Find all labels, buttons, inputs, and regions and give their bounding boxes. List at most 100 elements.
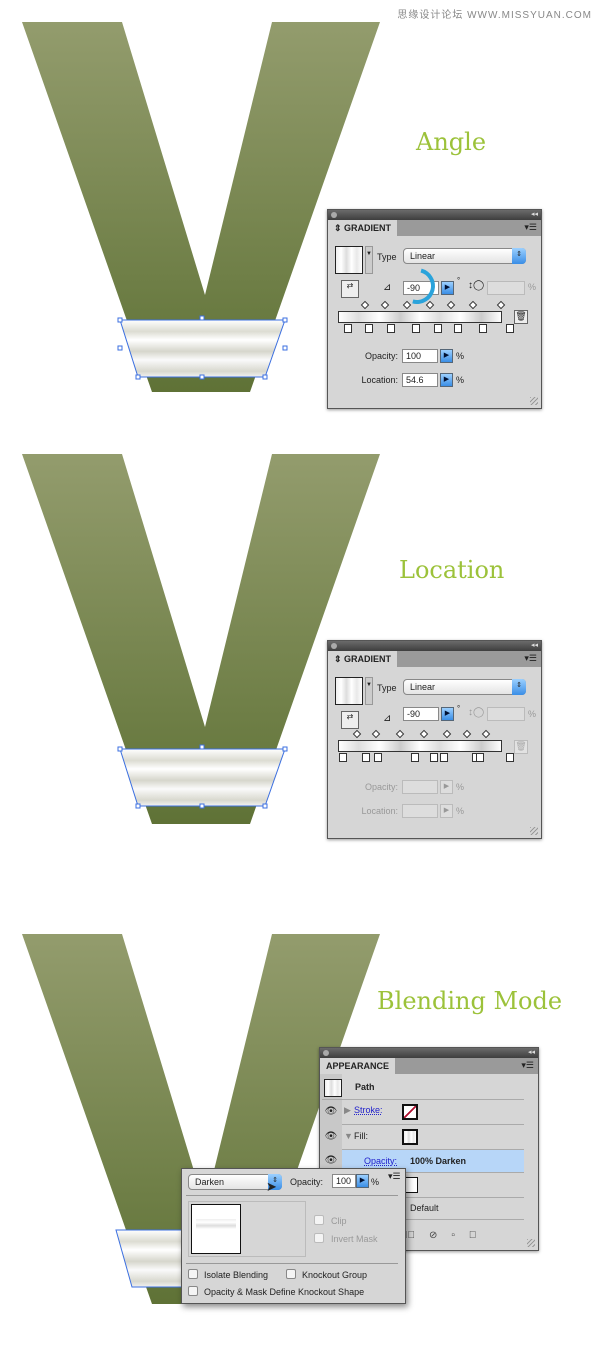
opacity-field[interactable]: 100 [402, 349, 438, 363]
expand-triangle-icon[interactable]: ▶ [344, 1105, 351, 1116]
location-dropdown-button[interactable]: ▶ [440, 373, 453, 387]
opacity-dropdown-button[interactable]: ▶ [356, 1174, 369, 1188]
color-stop[interactable] [362, 753, 370, 762]
midpoint-diamond[interactable] [371, 729, 381, 739]
eye-icon[interactable]: 👁 [324, 1155, 338, 1169]
close-icon[interactable] [323, 1050, 329, 1056]
midpoint-diamond[interactable] [462, 729, 472, 739]
panel-titlebar[interactable]: ◂◂ [328, 210, 541, 220]
opacity-field[interactable]: 100 [332, 1174, 356, 1188]
opacity-link[interactable]: Opacity: [364, 1156, 397, 1166]
panel-titlebar[interactable]: ◂◂ [328, 641, 541, 651]
color-stop[interactable] [365, 324, 373, 333]
isolate-blending-label: Isolate Blending [204, 1270, 269, 1280]
midpoint-diamond[interactable] [380, 300, 390, 310]
tab-gradient[interactable]: ⇕ GRADIENT [328, 220, 398, 236]
angle-field[interactable]: -90 [403, 707, 439, 721]
midpoint-diamond[interactable] [360, 300, 370, 310]
delete-stop-icon[interactable]: 🗑 [514, 740, 528, 754]
midpoint-diamond[interactable] [468, 300, 478, 310]
opacity-dropdown-button[interactable]: ▶ [440, 780, 453, 794]
fill-swatch[interactable] [402, 1129, 418, 1145]
isolate-blending-checkbox[interactable] [188, 1269, 198, 1279]
panel-titlebar[interactable]: ◂◂ [320, 1048, 538, 1058]
invert-mask-checkbox[interactable] [314, 1233, 324, 1243]
tab-appearance[interactable]: APPEARANCE [320, 1058, 396, 1074]
stroke-row[interactable]: ▶ Stroke: [342, 1100, 524, 1125]
color-stop[interactable] [434, 324, 442, 333]
opacity-field[interactable] [402, 780, 438, 794]
location-label: Location: [361, 806, 398, 816]
type-select[interactable]: Linear ⇕ [403, 679, 526, 695]
color-stop[interactable] [374, 753, 382, 762]
resize-grip[interactable] [530, 827, 538, 835]
color-stop[interactable] [476, 753, 484, 762]
path-row[interactable]: Path [322, 1076, 524, 1100]
reverse-gradient-icon[interactable]: ⇄ [341, 280, 359, 298]
midpoint-diamond[interactable] [481, 729, 491, 739]
color-stop[interactable] [506, 324, 514, 333]
midpoint-diamond[interactable] [425, 300, 435, 310]
eye-icon[interactable]: 👁 [324, 1106, 338, 1120]
swatch-dropdown-icon[interactable]: ▼ [365, 677, 373, 705]
swatch-dropdown-icon[interactable]: ▼ [365, 246, 373, 274]
location-field[interactable] [402, 804, 438, 818]
close-icon[interactable] [331, 212, 337, 218]
type-select[interactable]: Linear ⇕ [403, 248, 526, 264]
location-field[interactable]: 54.6 [402, 373, 438, 387]
resize-grip[interactable] [530, 397, 538, 405]
gradient-swatch[interactable] [335, 246, 363, 274]
gradient-slider-bar[interactable] [338, 740, 502, 752]
opacity-label: Opacity: [364, 782, 398, 792]
color-stop[interactable] [430, 753, 438, 762]
midpoint-diamond[interactable] [419, 729, 429, 739]
angle-dropdown-button[interactable]: ▶ [441, 707, 454, 721]
clip-checkbox[interactable] [314, 1215, 324, 1225]
gradient-slider-bar[interactable] [338, 311, 502, 323]
collapse-triangle-icon[interactable]: ▼ [344, 1131, 353, 1141]
color-stop[interactable] [506, 753, 514, 762]
midpoint-diamond[interactable] [352, 729, 362, 739]
panel-footer-buttons[interactable]: ⚙⃝⊘▫🗑 [400, 1230, 490, 1241]
stroke-none-swatch[interactable] [402, 1104, 418, 1120]
collapse-icon[interactable]: ◂◂ [528, 1048, 535, 1056]
color-stop[interactable] [344, 324, 352, 333]
opacity-dropdown-button[interactable]: ▶ [440, 349, 453, 363]
percent-label: % [456, 351, 465, 361]
panel-menu-icon[interactable]: ▾☰ [524, 222, 537, 233]
collapse-icon[interactable]: ◂◂ [531, 641, 538, 649]
popup-menu-icon[interactable]: ▾☰ [388, 1171, 401, 1182]
midpoint-diamond[interactable] [446, 300, 456, 310]
location-dropdown-button[interactable]: ▶ [440, 804, 453, 818]
define-knockout-checkbox[interactable] [188, 1286, 198, 1296]
panel-menu-icon[interactable]: ▾☰ [521, 1060, 534, 1071]
tab-label: GRADIENT [344, 223, 392, 233]
tab-gradient[interactable]: ⇕ GRADIENT [328, 651, 398, 667]
color-stop[interactable] [411, 753, 419, 762]
knockout-group-checkbox[interactable] [286, 1269, 296, 1279]
color-stop[interactable] [387, 324, 395, 333]
color-stop[interactable] [440, 753, 448, 762]
midpoint-diamond[interactable] [496, 300, 506, 310]
reverse-gradient-icon[interactable]: ⇄ [341, 711, 359, 729]
aspect-ratio-field[interactable] [487, 707, 525, 721]
color-stop[interactable] [412, 324, 420, 333]
clip-label: Clip [331, 1216, 347, 1226]
eye-icon[interactable]: 👁 [324, 1131, 338, 1145]
aspect-ratio-icon: ↕◯ [468, 707, 485, 718]
angle-dropdown-button[interactable]: ▶ [441, 281, 454, 295]
fill-row[interactable]: ▼ Fill: [342, 1125, 524, 1150]
midpoint-diamond[interactable] [442, 729, 452, 739]
close-icon[interactable] [331, 643, 337, 649]
midpoint-diamond[interactable] [395, 729, 405, 739]
collapse-icon[interactable]: ◂◂ [531, 210, 538, 218]
color-stop[interactable] [339, 753, 347, 762]
panel-menu-icon[interactable]: ▾☰ [524, 653, 537, 664]
resize-grip[interactable] [527, 1239, 535, 1247]
delete-stop-icon[interactable]: 🗑 [514, 310, 528, 324]
stroke-link[interactable]: Stroke: [354, 1105, 383, 1115]
gradient-swatch[interactable] [335, 677, 363, 705]
color-stop[interactable] [454, 324, 462, 333]
color-stop[interactable] [479, 324, 487, 333]
aspect-ratio-field[interactable] [487, 281, 525, 295]
